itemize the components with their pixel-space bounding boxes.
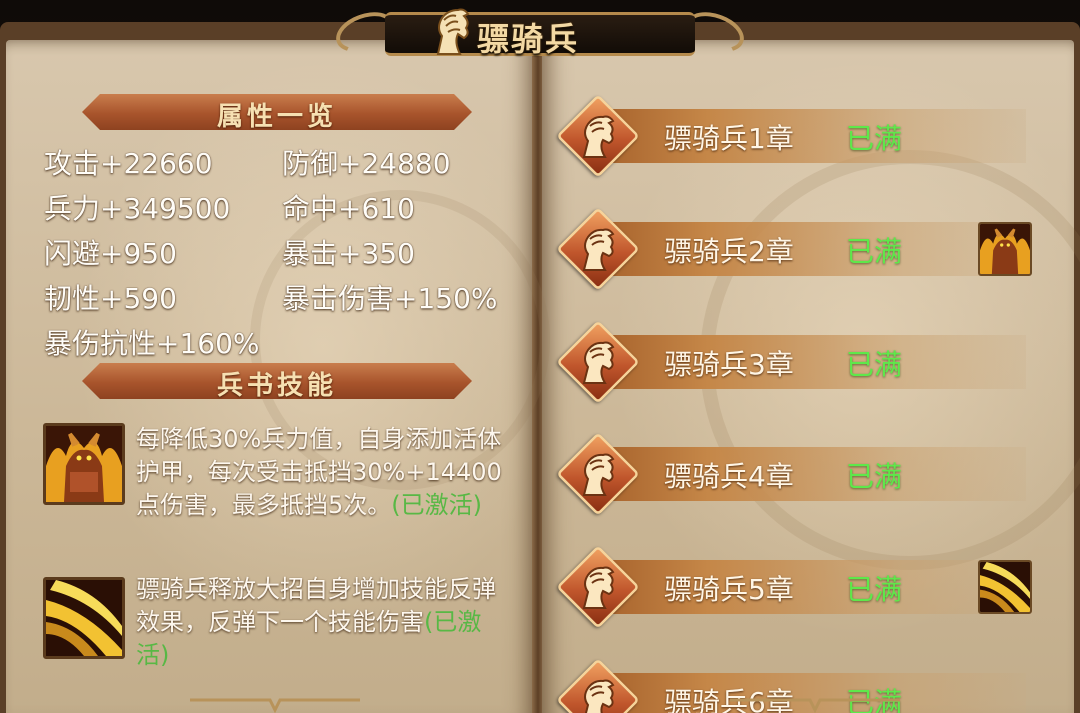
chapter-name: 骠骑兵3章: [664, 348, 794, 381]
attribute-dodge: 闪避+950: [44, 237, 177, 270]
skills-header: 兵书技能: [216, 371, 337, 401]
chapter-status: 已满: [846, 122, 903, 155]
horse-head-icon: [436, 8, 470, 55]
skill-status: (已激活): [391, 491, 483, 519]
chapter-row[interactable]: 骠骑兵3章 已满: [556, 320, 1026, 404]
attributes-header-ribbon: 属性一览: [82, 94, 472, 130]
golden-slash-icon[interactable]: [978, 560, 1032, 614]
chapter-status: 已满: [846, 460, 903, 493]
chapter-row[interactable]: 骠骑兵2章 已满: [556, 207, 1032, 291]
chapter-row[interactable]: 骠骑兵1章 已满: [556, 94, 1026, 178]
attribute-defense: 防御+24880: [282, 147, 451, 180]
horse-head-icon: [582, 228, 615, 271]
skills-header-ribbon: 兵书技能: [82, 363, 472, 399]
chapter-name: 骠骑兵5章: [664, 573, 794, 606]
chapter-row[interactable]: 骠骑兵5章 已满: [556, 545, 1032, 629]
demon-warrior-icon[interactable]: [43, 423, 125, 505]
page-title: 骠骑兵: [477, 20, 580, 58]
chapter-name: 骠骑兵1章: [664, 122, 794, 155]
chapter-name: 骠骑兵4章: [664, 460, 794, 493]
attribute-troops: 兵力+349500: [44, 192, 231, 225]
horse-head-icon: [582, 453, 615, 496]
chapter-status: 已满: [846, 235, 903, 268]
golden-slash-icon[interactable]: [43, 577, 125, 659]
chapter-name: 骠骑兵2章: [664, 235, 794, 268]
skill-description: 每降低30%兵力值，自身添加活体护甲，每次受击抵挡30%+14400点伤害，最多…: [136, 423, 511, 522]
attribute-crit-damage: 暴击伤害+150%: [282, 282, 498, 315]
horse-head-icon: [584, 679, 615, 713]
horse-head-icon: [582, 566, 615, 609]
attributes-header: 属性一览: [216, 102, 337, 132]
horse-head-icon: [582, 341, 615, 384]
attribute-toughness: 韧性+590: [44, 282, 177, 315]
chapter-status: 已满: [846, 573, 903, 606]
attribute-hit: 命中+610: [282, 192, 415, 225]
chapter-status: 已满: [846, 348, 903, 381]
chapter-row[interactable]: 骠骑兵4章 已满: [556, 432, 1026, 516]
attribute-attack: 攻击+22660: [44, 147, 213, 180]
attribute-crit-resist: 暴伤抗性+160%: [44, 327, 260, 360]
horse-head-icon: [582, 115, 615, 158]
attribute-crit: 暴击+350: [282, 237, 415, 270]
scroll-down-icon[interactable]: [190, 696, 360, 713]
demon-warrior-icon[interactable]: [978, 222, 1032, 276]
scroll-down-icon[interactable]: [730, 696, 900, 713]
skill-description: 骠骑兵释放大招自身增加技能反弹效果，反弹下一个技能伤害(已激活): [136, 573, 511, 672]
title-banner: 骠骑兵: [315, 4, 765, 64]
